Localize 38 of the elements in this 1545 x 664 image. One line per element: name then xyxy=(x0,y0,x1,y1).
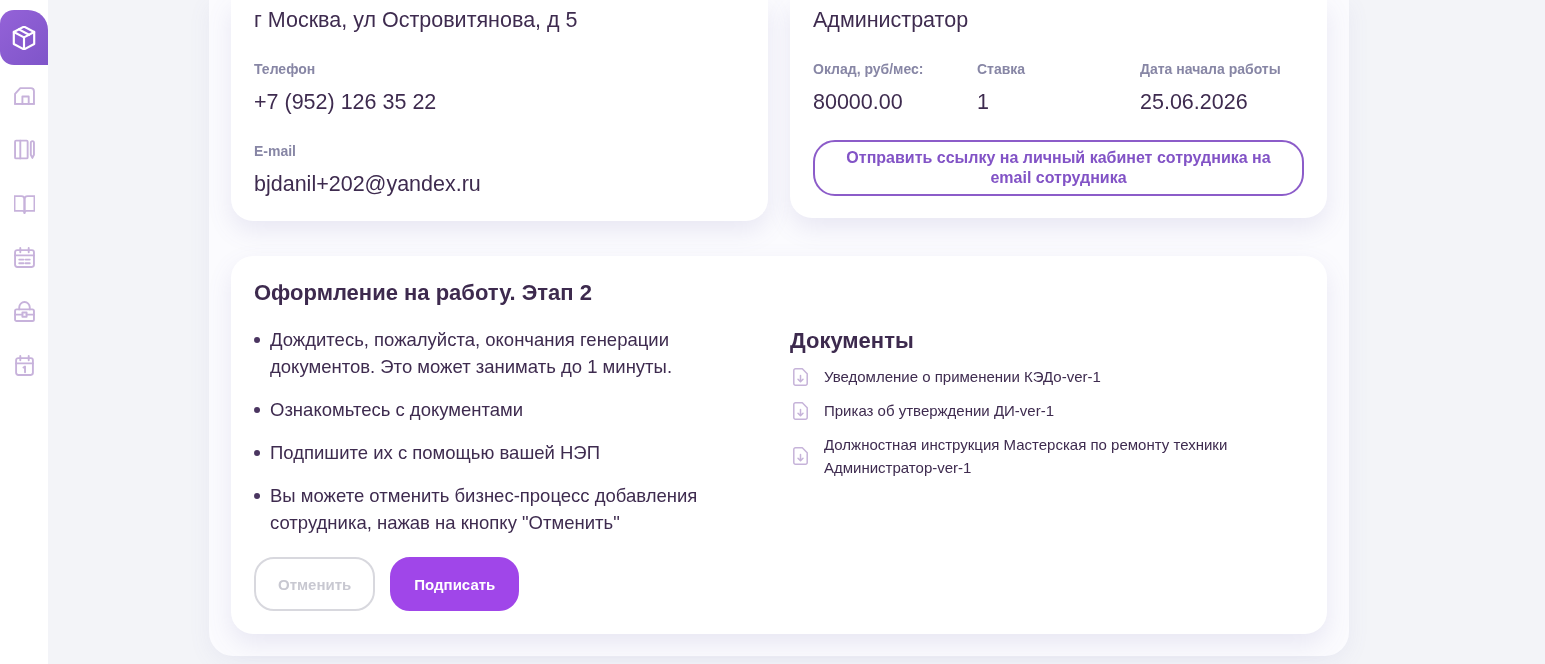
bullet-icon xyxy=(254,493,260,499)
file-download-icon xyxy=(793,447,808,465)
field-value: bjdanil+202@yandex.ru xyxy=(254,171,482,198)
field-label: E-mail xyxy=(254,142,297,160)
field-label: Телефон xyxy=(254,60,317,78)
step-text: Подпишите их с помощью вашей НЭП xyxy=(270,441,600,465)
step-text: Дождитесь, пожалуйста, окончания генерации документов. Это может занимать до 1 минуты. xyxy=(270,328,674,379)
bullet-icon xyxy=(254,450,260,456)
calendar-icon xyxy=(13,246,35,268)
sidebar-item[interactable] xyxy=(0,10,48,65)
box-icon xyxy=(12,25,36,50)
field-value: 1 xyxy=(977,89,990,116)
position-text: Администратор xyxy=(813,7,970,34)
field-value: +7 (952) 126 35 22 xyxy=(254,89,438,116)
bag-icon xyxy=(13,300,35,322)
stage-title: Оформление на работу. Этап 2 xyxy=(254,279,593,307)
field-label: Оклад, руб/мес: xyxy=(813,60,925,78)
field-value: 25.06.2026 xyxy=(1140,89,1249,116)
documents-title: Документы xyxy=(790,327,915,355)
step-text: Вы можете отменить бизнес-процесс добавления сотрудника, нажав на кнопку "Отменить" xyxy=(270,484,699,535)
building-icon xyxy=(13,84,35,106)
field-label: Ставка xyxy=(977,60,1027,78)
calendar-icon xyxy=(13,354,35,376)
send-link-button[interactable]: Отправить ссылку на личный кабинет сотрудника на email сотрудника xyxy=(813,140,1304,196)
file-download-icon xyxy=(793,401,808,420)
document-link[interactable]: Приказ об утверждении ДИ-ver-1 xyxy=(790,399,1304,422)
bullet-icon xyxy=(254,337,260,343)
notebook-icon xyxy=(13,138,35,160)
file-download-icon xyxy=(793,367,808,386)
bullet-icon xyxy=(254,407,260,413)
book-icon xyxy=(13,192,35,214)
address-text: г Москва, ул Островитянова, д 5 xyxy=(254,7,579,34)
document-link[interactable]: Уведомление о применении КЭДо-ver-1 xyxy=(790,365,1304,388)
step-text: Ознакомьтесь с документами xyxy=(270,398,524,422)
field-value: 80000.00 xyxy=(813,89,904,116)
document-link[interactable]: Должностная инструкция Мастерская по ремонту техники Администратор-ver-1 xyxy=(790,433,1304,479)
field-label: Дата начала работы xyxy=(1140,60,1282,78)
sign-button[interactable]: Подписать xyxy=(390,557,520,611)
